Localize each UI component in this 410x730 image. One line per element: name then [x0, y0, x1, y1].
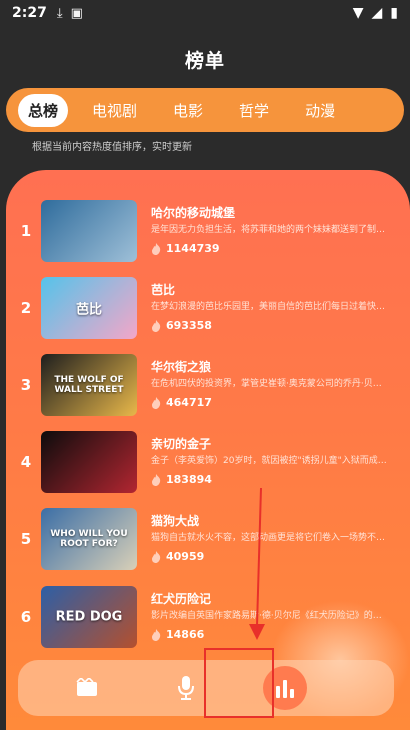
battery-icon: ▮ — [390, 5, 398, 21]
movie-poster[interactable]: RED DOG — [41, 586, 137, 648]
hot-score: 1144739 — [151, 242, 220, 255]
movie-title: 猫狗大战 — [151, 514, 200, 528]
poster-title-art: RED DOG — [55, 609, 123, 625]
nav-ranking-button[interactable] — [262, 666, 307, 710]
bar-chart-icon — [275, 680, 294, 698]
movie-title: 红犬历险记 — [151, 592, 212, 606]
movie-description: 金子（李英爱饰）20岁时，就因被控"诱拐儿童"入狱而成… — [151, 456, 387, 466]
movie-description: 影片改编自英国作家路易斯·德·贝尔尼《红犬历险记》的… — [151, 611, 382, 621]
list-item[interactable]: 6 RED DOG 红犬历险记 影片改编自英国作家路易斯·德·贝尔尼《红犬历险记… — [6, 586, 410, 648]
movie-title: 哈尔的移动城堡 — [151, 206, 236, 220]
page-title: 榜单 — [184, 50, 225, 72]
nav-microphone-button[interactable] — [164, 666, 208, 710]
hot-value: 183894 — [166, 473, 212, 486]
hot-score: 183894 — [151, 473, 212, 486]
flame-icon — [151, 396, 161, 409]
list-item[interactable]: 1 哈尔的移动城堡 是年因无力负担生活，将苏菲和她的两个妹妹都送到了制… 114… — [6, 200, 410, 262]
app-notification-icon: ▣ — [70, 5, 83, 21]
hot-value: 14866 — [166, 628, 205, 641]
movie-description: 是年因无力负担生活，将苏菲和她的两个妹妹都送到了制… — [151, 225, 386, 235]
tab-anime[interactable]: 动漫 — [293, 94, 347, 127]
poster-title-art: WHO WILL YOU ROOT FOR? — [50, 529, 128, 549]
tab-overall[interactable]: 总榜 — [18, 93, 69, 127]
movie-title: 亲切的金子 — [151, 437, 212, 451]
movie-description: 在梦幻浪漫的芭比乐园里，美丽自信的芭比们每日过着快… — [151, 302, 386, 312]
status-time: 2:27 — [12, 5, 47, 21]
hot-value: 464717 — [166, 396, 212, 409]
category-tabs: 总榜 电视剧 电影 哲学 动漫 — [6, 88, 404, 132]
status-bar: 2:27 ⤓ ▣ ▼ ◢ ▮ — [0, 0, 410, 26]
movie-title: 芭比 — [151, 283, 176, 297]
tab-tv-series[interactable]: 电视剧 — [80, 94, 149, 127]
tab-philosophy[interactable]: 哲学 — [227, 94, 281, 127]
list-item[interactable]: 4 亲切的金子 金子（李英爱饰）20岁时，就因被控"诱拐儿童"入狱而成… 183… — [6, 431, 410, 493]
flame-icon — [151, 319, 161, 332]
rank-number: 2 — [20, 299, 32, 317]
list-item[interactable]: 2 芭比 芭比 在梦幻浪漫的芭比乐园里，美丽自信的芭比们每日过着快… 69335… — [6, 277, 410, 339]
rank-number: 3 — [20, 376, 32, 394]
list-item[interactable]: 3 THE WOLF OF WALL STREET 华尔街之狼 在危机四伏的投资… — [6, 354, 410, 416]
wifi-icon: ▼ — [352, 5, 364, 21]
rank-number: 5 — [20, 530, 32, 548]
movie-title: 华尔街之狼 — [151, 360, 212, 374]
movie-poster[interactable]: WHO WILL YOU ROOT FOR? — [41, 508, 137, 570]
poster-title-art: 芭比 — [75, 302, 102, 318]
movie-poster[interactable] — [41, 200, 137, 262]
rank-number: 4 — [20, 453, 32, 471]
microphone-icon — [177, 676, 194, 700]
poster-title-art: THE WOLF OF WALL STREET — [54, 375, 124, 395]
ranking-hint: 根据当前内容热度值排序，实时更新 — [32, 142, 192, 153]
ranking-list: 1 哈尔的移动城堡 是年因无力负担生活，将苏菲和她的两个妹妹都送到了制… 114… — [6, 170, 410, 730]
flame-icon — [151, 550, 161, 563]
flame-icon — [151, 628, 161, 641]
nav-film-button[interactable] — [65, 666, 109, 710]
movie-poster[interactable]: THE WOLF OF WALL STREET — [41, 354, 137, 416]
tab-movies[interactable]: 电影 — [161, 94, 215, 127]
movie-description: 猫狗自古就水火不容，这部动画更是将它们卷入一场势不… — [151, 533, 386, 543]
movie-poster[interactable]: 芭比 — [41, 277, 137, 339]
signal-icon: ◢ — [371, 5, 383, 21]
hot-score: 40959 — [151, 550, 204, 563]
rank-number: 6 — [20, 608, 32, 626]
hot-value: 693358 — [166, 319, 212, 332]
hot-value: 40959 — [166, 550, 205, 563]
hot-score: 693358 — [151, 319, 212, 332]
hot-score: 14866 — [151, 628, 204, 641]
download-icon: ⤓ — [56, 5, 63, 21]
hot-score: 464717 — [151, 396, 212, 409]
movie-description: 在危机四伏的投资界，掌管史崔顿·奥克蒙公司的乔丹·贝… — [151, 379, 382, 389]
flame-icon — [151, 473, 161, 486]
bottom-navigation — [18, 660, 394, 716]
film-icon — [76, 678, 98, 696]
movie-poster[interactable] — [41, 431, 137, 493]
list-item[interactable]: 5 WHO WILL YOU ROOT FOR? 猫狗大战 猫狗自古就水火不容，… — [6, 508, 410, 570]
hot-value: 1144739 — [166, 242, 220, 255]
rank-number: 1 — [20, 222, 32, 240]
flame-icon — [151, 242, 161, 255]
